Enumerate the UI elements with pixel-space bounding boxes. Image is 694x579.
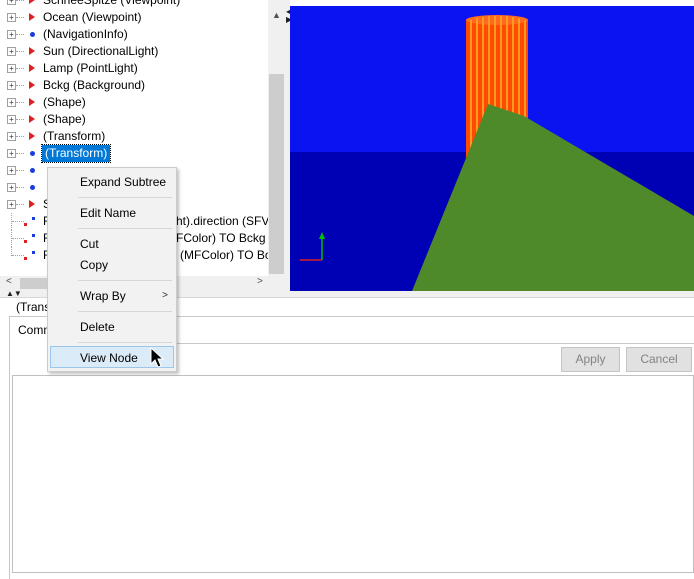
menu-item-copy[interactable]: Copy	[50, 254, 174, 276]
mouse-cursor-icon	[150, 347, 165, 368]
expand-icon[interactable]: +	[7, 0, 16, 5]
menu-item-cut[interactable]: Cut	[50, 233, 174, 255]
submenu-arrow-icon: >	[162, 290, 168, 301]
node-dot-icon	[30, 32, 35, 37]
menu-separator	[78, 228, 172, 229]
tree-item[interactable]: + SchneeSpitze (Viewpoint)	[0, 0, 268, 9]
tree-item-label: Sun (DirectionalLight)	[43, 44, 159, 58]
tree-vertical-scrollbar[interactable]: ▲	[268, 0, 285, 276]
menu-separator	[78, 280, 172, 281]
route-icon	[24, 250, 36, 262]
tree-item[interactable]: + (Shape)	[0, 111, 268, 128]
scrollbar-thumb[interactable]	[269, 74, 284, 274]
scroll-left-icon[interactable]: <	[6, 276, 12, 287]
shape-icon	[29, 98, 35, 106]
menu-separator	[78, 311, 172, 312]
tree-item-label: (Transform)	[40, 144, 112, 163]
tree-item[interactable]: + Bckg (Background)	[0, 77, 268, 94]
viewpoint-icon	[29, 13, 35, 21]
tree-item-label: Ocean (Viewpoint)	[43, 10, 142, 24]
expand-icon[interactable]: +	[7, 166, 16, 175]
expand-icon[interactable]: +	[7, 132, 16, 141]
tree-item[interactable]: + (Transform)	[0, 128, 268, 145]
tree-item-label: Bckg (Background)	[43, 78, 146, 92]
scene-render	[290, 6, 694, 291]
expand-icon[interactable]: +	[7, 149, 16, 158]
route-label-tail: (MFColor) TO Bcl	[180, 248, 274, 262]
divider	[90, 343, 694, 344]
tree-item[interactable]: + (Shape)	[0, 94, 268, 111]
tree-item[interactable]: + Ocean (Viewpoint)	[0, 9, 268, 26]
background-icon	[29, 81, 35, 89]
expand-icon[interactable]: +	[7, 64, 16, 73]
menu-item-expand-subtree[interactable]: Expand Subtree	[50, 171, 174, 193]
menu-item-edit-name[interactable]: Edit Name	[50, 202, 174, 224]
tree-item-label: SchneeSpitze (Viewpoint)	[43, 0, 181, 7]
expand-icon[interactable]: +	[7, 30, 16, 39]
menu-item-delete[interactable]: Delete	[50, 316, 174, 338]
tree-item-label: (Transform)	[43, 129, 106, 143]
splitter-grip-icon[interactable]: ▲▼	[6, 289, 22, 298]
route-label-tail: FColor) TO Bckg (E	[176, 231, 281, 245]
scroll-up-icon[interactable]: ▲	[272, 10, 281, 20]
tree-item-label: (Shape)	[43, 112, 86, 126]
route-label-tail: ht).direction (SFVe	[176, 214, 276, 228]
light-icon	[29, 64, 35, 72]
expand-icon[interactable]: +	[7, 13, 16, 22]
context-menu[interactable]: Expand Subtree Edit Name Cut Copy Wrap B…	[47, 167, 177, 372]
tree-item[interactable]: + Sun (DirectionalLight)	[0, 43, 268, 60]
scroll-right-icon[interactable]: >	[257, 276, 263, 287]
expand-icon[interactable]: +	[7, 47, 16, 56]
tree-item-label: Lamp (PointLight)	[43, 61, 138, 75]
expand-icon[interactable]: +	[7, 183, 16, 192]
node-title: (Trans	[16, 300, 51, 314]
expand-icon[interactable]: +	[7, 98, 16, 107]
route-icon	[24, 216, 36, 228]
menu-separator	[78, 197, 172, 198]
expand-icon[interactable]: +	[7, 81, 16, 90]
light-icon	[29, 47, 35, 55]
route-icon	[24, 233, 36, 245]
node-dot-icon	[30, 185, 35, 190]
cancel-button[interactable]: Cancel	[626, 347, 692, 372]
viewpoint-icon	[29, 0, 35, 4]
transform-icon	[29, 132, 35, 140]
node-dot-icon	[30, 168, 35, 173]
expand-icon[interactable]: +	[7, 200, 16, 209]
expand-icon[interactable]: +	[7, 115, 16, 124]
node-dot-icon	[30, 151, 35, 156]
3d-viewport[interactable]	[290, 6, 694, 291]
tree-item-selected[interactable]: + (Transform)	[0, 144, 268, 163]
apply-button[interactable]: Apply	[561, 347, 620, 372]
shape-icon	[29, 115, 35, 123]
comment-text-area[interactable]	[12, 375, 694, 573]
tree-item-label: (Shape)	[43, 95, 86, 109]
node-icon	[29, 200, 35, 208]
menu-separator	[78, 342, 172, 343]
tree-item[interactable]: + (NavigationInfo)	[0, 26, 268, 43]
menu-item-wrap-by[interactable]: Wrap By >	[50, 285, 174, 307]
tree-item-label: (NavigationInfo)	[43, 27, 128, 41]
tree-item[interactable]: + Lamp (PointLight)	[0, 60, 268, 77]
